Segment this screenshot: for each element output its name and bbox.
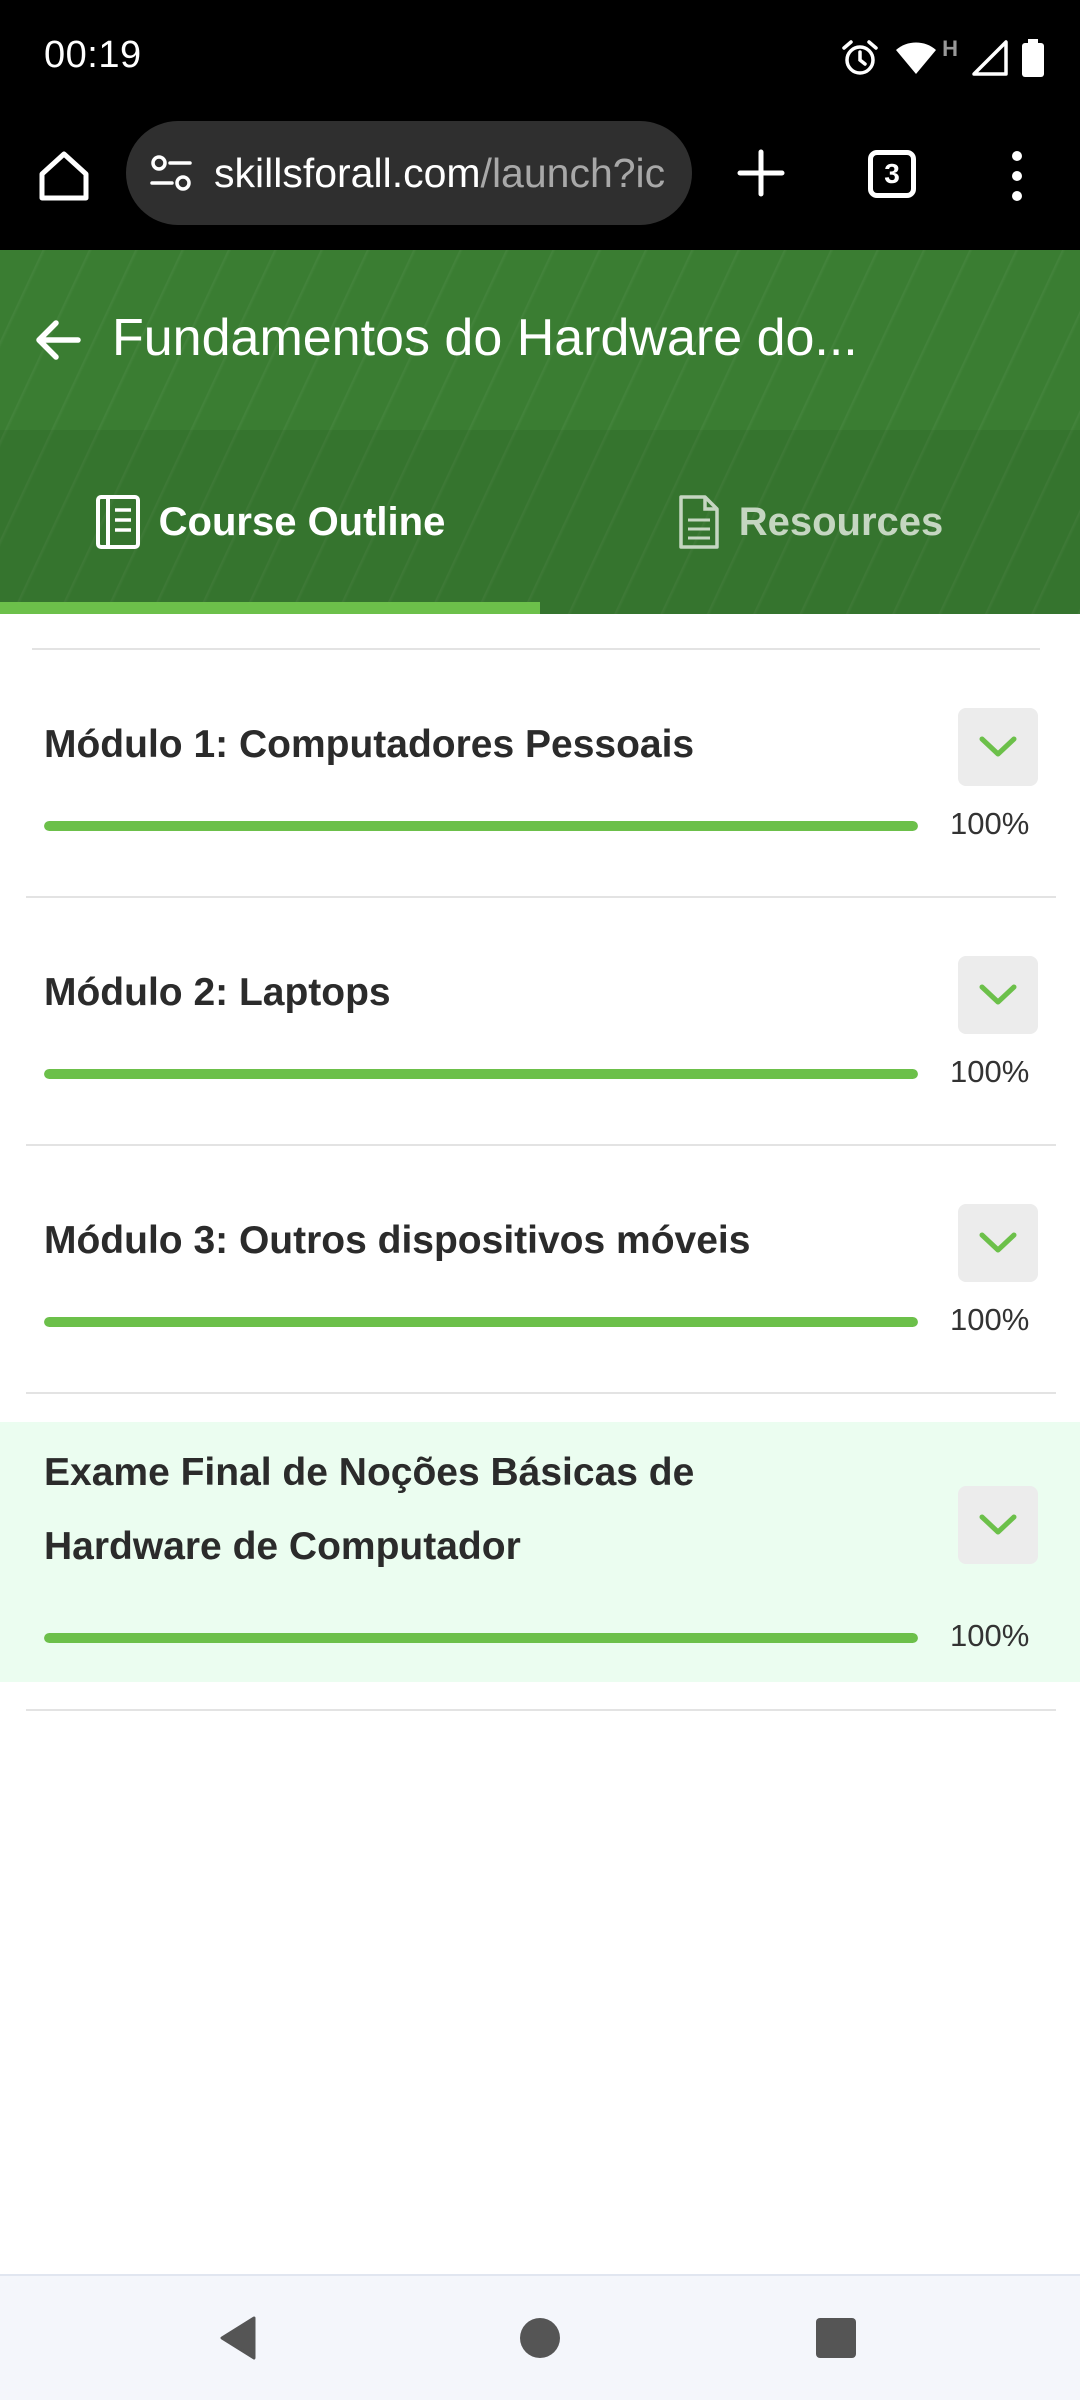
system-nav-bar <box>0 2274 1080 2400</box>
tab-switcher-button[interactable]: 3 <box>868 150 916 198</box>
network-type-label: H <box>942 36 958 61</box>
tab-count: 3 <box>884 158 900 189</box>
url-path: /launch?ic <box>480 149 666 196</box>
url-text[interactable]: skillsforall.com/launch?ic <box>214 150 665 197</box>
final-exam-item[interactable]: Exame Final de Noções Básicas de Hardwar… <box>0 1422 1080 1682</box>
module-item[interactable]: Módulo 3: Outros dispositivos móveis 100… <box>0 1146 1080 1394</box>
divider <box>26 1392 1056 1394</box>
expand-button[interactable] <box>958 956 1038 1034</box>
progress-fill <box>44 821 918 831</box>
alarm-icon <box>842 40 878 75</box>
progress-fill <box>44 1317 918 1327</box>
progress-percent: 100% <box>950 806 1030 841</box>
module-title: Módulo 3: Outros dispositivos móveis <box>44 1219 751 1262</box>
module-title: Módulo 2: Laptops <box>44 971 391 1014</box>
wifi-icon <box>896 42 937 74</box>
tab-resources[interactable]: Resources <box>540 430 1080 614</box>
nav-back-icon[interactable] <box>218 2314 258 2362</box>
expand-button[interactable] <box>958 708 1038 786</box>
status-icons: H <box>840 36 1044 80</box>
chevron-down-icon <box>979 1232 1017 1253</box>
progress-percent: 100% <box>950 1054 1030 1089</box>
document-icon <box>678 495 719 549</box>
progress-bar <box>44 1317 918 1327</box>
tab-resources-label: Resources <box>738 499 944 544</box>
expand-button[interactable] <box>958 1486 1038 1564</box>
list-bottom-divider <box>26 1709 1056 1711</box>
module-title: Módulo 1: Computadores Pessoais <box>44 723 695 766</box>
progress-fill <box>44 1069 918 1079</box>
course-tabs: Course Outline Resources <box>0 430 1080 614</box>
site-settings-icon[interactable] <box>148 150 194 196</box>
status-bar: 00:19 H <box>0 0 1080 116</box>
active-tab-indicator <box>0 602 540 614</box>
progress-fill <box>44 1633 918 1643</box>
course-title: Fundamentos do Hardware do... <box>112 309 858 367</box>
signal-icon <box>972 40 1008 76</box>
progress-bar <box>44 1069 918 1079</box>
progress-percent: 100% <box>950 1302 1030 1337</box>
url-host: skillsforall.com <box>214 149 481 196</box>
module-title: Exame Final de Noções Básicas de Hardwar… <box>44 1451 695 1568</box>
progress-bar <box>44 821 918 831</box>
chevron-down-icon <box>979 1514 1017 1535</box>
progress-bar <box>44 1633 918 1643</box>
tab-course-outline[interactable]: Course Outline <box>0 430 540 614</box>
address-bar[interactable]: skillsforall.com/launch?ic <box>126 121 692 225</box>
browser-toolbar: skillsforall.com/launch?ic 3 <box>0 116 1080 250</box>
nav-recents-button[interactable] <box>816 2318 856 2358</box>
battery-icon <box>1022 39 1044 77</box>
progress-percent: 100% <box>950 1618 1030 1653</box>
course-header: Fundamentos do Hardware do... Course Out… <box>0 250 1080 614</box>
tab-course-outline-label: Course Outline <box>158 499 446 544</box>
module-item[interactable]: Módulo 1: Computadores Pessoais 100% <box>0 650 1080 898</box>
expand-button[interactable] <box>958 1204 1038 1282</box>
nav-home-button[interactable] <box>520 2318 560 2358</box>
chevron-down-icon <box>979 984 1017 1005</box>
course-title-row: Fundamentos do Hardware do... <box>0 250 1080 430</box>
outline-book-icon <box>95 495 140 549</box>
chevron-down-icon <box>979 736 1017 757</box>
status-time: 00:19 <box>44 34 142 76</box>
more-menu-icon[interactable] <box>1000 146 1034 206</box>
new-tab-icon[interactable] <box>730 142 792 204</box>
module-item[interactable]: Módulo 2: Laptops 100% <box>0 898 1080 1146</box>
back-arrow-icon[interactable] <box>32 314 84 366</box>
home-icon[interactable] <box>34 146 94 206</box>
